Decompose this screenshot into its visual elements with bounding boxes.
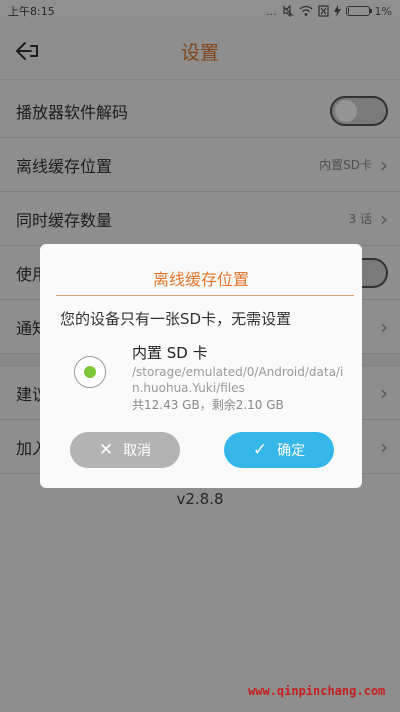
close-icon: ✕	[98, 440, 114, 460]
option-path: /storage/emulated/0/Android/data/in.huoh…	[132, 365, 344, 395]
check-icon: ✓	[252, 440, 268, 460]
dialog-divider	[56, 295, 354, 296]
cancel-label: 取消	[123, 443, 152, 459]
cancel-button[interactable]: ✕ 取消	[70, 432, 180, 468]
confirm-label: 确定	[277, 443, 306, 459]
dialog-title: 离线缓存位置	[152, 270, 249, 289]
internal-sd-radio[interactable]	[74, 356, 106, 388]
option-title[interactable]: 内置 SD 卡	[132, 342, 208, 363]
cache-location-dialog: 离线缓存位置 您的设备只有一张SD卡，无需设置 内置 SD 卡 /storage…	[40, 244, 362, 488]
dialog-message: 您的设备只有一张SD卡，无需设置	[60, 310, 292, 328]
confirm-button[interactable]: ✓ 确定	[224, 432, 334, 468]
radio-selected-dot	[84, 366, 96, 378]
watermark-text: www.qinpinchang.com	[248, 684, 386, 698]
option-size: 共12.43 GB，剩余2.10 GB	[132, 398, 284, 412]
